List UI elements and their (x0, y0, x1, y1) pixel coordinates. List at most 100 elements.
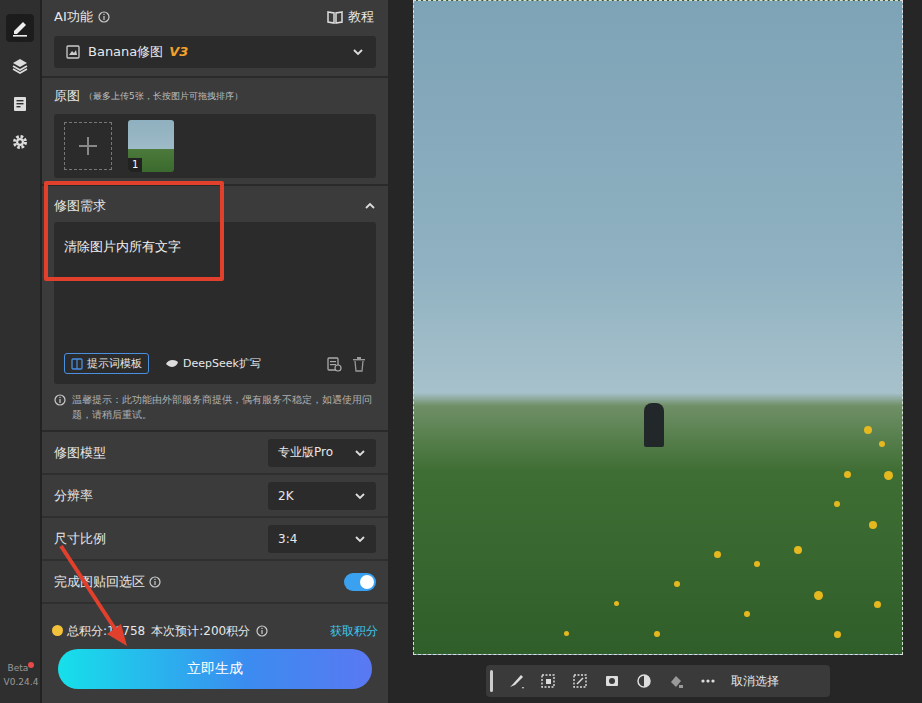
history-icon[interactable] (326, 356, 342, 372)
tutorial[interactable]: 教程 (348, 8, 374, 26)
flower (844, 471, 851, 478)
toggle-knob (360, 575, 374, 589)
sidebar-item[interactable] (6, 52, 34, 80)
chevron-down-icon[interactable] (352, 46, 364, 58)
prompt-section: 修图需求清除图片内所有文字提示词模板 DeepSeek扩写 (42, 186, 388, 386)
setting-label-wrap: 尺寸比例 (54, 530, 106, 548)
setting-label-wrap: 完成图贴回选区 (54, 573, 161, 591)
setting-select[interactable]: 3:4 (268, 525, 376, 553)
more-icon[interactable] (699, 672, 717, 690)
edit-icon[interactable] (10, 18, 30, 38)
flower (564, 631, 569, 636)
feature-select[interactable]: Banana修图V3 (54, 36, 376, 68)
prompt-tools: 提示词模板 DeepSeek扩写 (64, 353, 366, 374)
feature-name[interactable]: Banana修图 (88, 44, 163, 59)
get-points-link[interactable]: 获取积分 (330, 623, 378, 640)
prompt-text[interactable]: 清除图片内所有文字 (64, 238, 366, 256)
toggle-switch[interactable] (344, 573, 376, 591)
cancel-selection-button[interactable]: 取消选择 (731, 673, 779, 690)
whale-icon[interactable] (165, 358, 179, 370)
coin-icon (52, 625, 63, 636)
flower (794, 546, 802, 554)
image-icon[interactable] (66, 45, 80, 59)
info-icon[interactable] (98, 11, 110, 23)
layers-icon[interactable] (10, 56, 30, 76)
points-row: 总积分:18758 本次预计:200积分 获取积分 (42, 621, 388, 641)
generate-button[interactable]: 立即生成 (58, 649, 372, 689)
setting-value[interactable]: 3:4 (278, 532, 297, 546)
flower (674, 581, 680, 587)
chevron-down-icon[interactable] (354, 447, 366, 459)
trash-icon[interactable] (352, 356, 366, 372)
tutorial-link[interactable]: 教程 (327, 8, 374, 26)
setting-value[interactable]: 2K (278, 489, 294, 503)
setting-select[interactable]: 专业版Pro (268, 439, 376, 467)
beta-text: Beta (8, 663, 29, 673)
chevron-down-icon[interactable] (354, 533, 366, 545)
source-section: 原图（最多上传5张，长按图片可拖拽排序） 1 (42, 78, 388, 184)
ai-panel: AI功能 教程 Banana修图V3 原图（最多上传5张，长按图片可拖拽排序） 1 修图需… (42, 0, 388, 703)
arrow-annotation-icon (55, 540, 135, 652)
info-icon[interactable] (149, 576, 161, 588)
setting-select[interactable]: 2K (268, 482, 376, 510)
source-title: 原图（最多上传5张，长按图片可拖拽排序） (54, 84, 376, 108)
add-image-button[interactable] (64, 122, 112, 170)
flower (744, 611, 750, 617)
drag-handle[interactable] (490, 670, 493, 692)
sidebar-item[interactable] (6, 14, 34, 42)
points-info: 总积分:18758 本次预计:200积分 (52, 623, 268, 640)
mask-icon[interactable] (603, 672, 621, 690)
book-icon[interactable] (327, 10, 343, 24)
setting-row: 分辨率2K (42, 475, 388, 518)
sidebar-item[interactable] (6, 128, 34, 156)
template-button[interactable]: 提示词模板 (64, 353, 149, 374)
plus-icon[interactable] (78, 136, 98, 156)
chevron-up-icon[interactable] (364, 200, 376, 212)
points-total-text: 总积分:18758 (67, 624, 145, 638)
settings-icon[interactable] (10, 132, 30, 152)
setting-value[interactable]: 专业版Pro (278, 444, 333, 461)
flower (654, 631, 660, 637)
document-icon[interactable] (10, 94, 30, 114)
info-icon[interactable] (256, 625, 268, 637)
title: AI功能 (54, 8, 93, 26)
setting-row: 修图模型 专业版Pro (42, 432, 388, 475)
flower (874, 601, 881, 608)
deepseek-label[interactable]: DeepSeek扩写 (183, 356, 261, 371)
setting-row: 尺寸比例 3:4 (42, 518, 388, 561)
tool-sidebar: BetaV0.24.4 (0, 0, 42, 703)
contrast-icon[interactable] (635, 672, 653, 690)
invert-selection-icon[interactable] (571, 672, 589, 690)
prompt-label[interactable]: 修图需求 (54, 197, 106, 215)
flower (754, 561, 760, 567)
setting-label: 完成图贴回选区 (54, 573, 145, 591)
fill-icon[interactable] (667, 672, 685, 690)
chevron-down-icon[interactable] (354, 490, 366, 502)
image-thumbnail[interactable]: 1 (128, 120, 174, 172)
flower (884, 471, 893, 480)
image-index: 1 (128, 158, 142, 172)
points-total: 总积分:18758 (52, 623, 145, 640)
template-label[interactable]: 提示词模板 (87, 356, 142, 371)
canvas-area: 取消选择 (388, 0, 922, 703)
prompt-title[interactable]: 修图需求 (54, 192, 376, 216)
divider (42, 76, 388, 78)
prompt-input[interactable]: 清除图片内所有文字提示词模板 DeepSeek扩写 (54, 222, 376, 384)
person-figure (644, 403, 664, 447)
info-icon (54, 394, 66, 406)
template-icon[interactable] (71, 358, 83, 370)
divider (42, 184, 388, 186)
flower (714, 551, 721, 558)
select-all-icon[interactable] (539, 672, 557, 690)
deepseek-button[interactable]: DeepSeek扩写 (159, 354, 267, 374)
panel-header: AI功能 教程 (42, 0, 388, 34)
brush-icon[interactable] (507, 672, 525, 690)
sidebar-item[interactable] (6, 90, 34, 118)
canvas-toolbar: 取消选择 (486, 665, 830, 697)
setting-row: 完成图贴回选区 (42, 561, 388, 604)
photo-canvas[interactable] (413, 0, 903, 655)
flower (879, 441, 885, 447)
setting-label: 修图模型 (54, 444, 106, 462)
points-estimate: 本次预计:200积分 (151, 623, 250, 640)
flower (834, 631, 841, 638)
